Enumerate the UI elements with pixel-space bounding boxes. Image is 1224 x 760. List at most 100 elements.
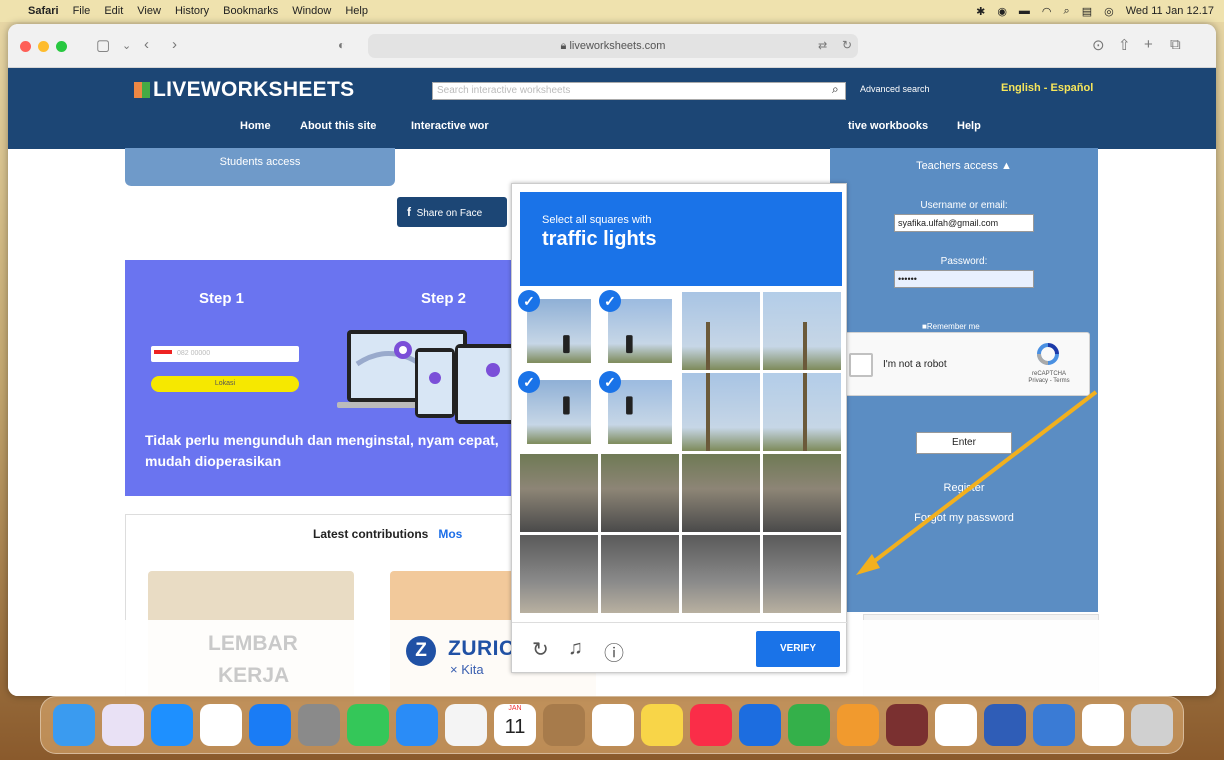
- new-tab-icon[interactable]: +: [1144, 36, 1153, 53]
- system-preferences-icon[interactable]: [298, 704, 340, 746]
- most-popular-tab[interactable]: Mos: [438, 527, 462, 541]
- forgot-password-link[interactable]: Forgot my password: [830, 512, 1098, 524]
- advanced-search-link[interactable]: Advanced search: [860, 84, 930, 94]
- grid-tile[interactable]: [682, 535, 760, 613]
- grid-tile[interactable]: [763, 292, 841, 370]
- grid-tile[interactable]: [682, 373, 760, 451]
- tab-overview-icon[interactable]: ⧉: [1170, 36, 1181, 53]
- messages-icon[interactable]: [347, 704, 389, 746]
- promo-banner[interactable]: Step 1 Step 2 082 00000 Lokasi Tidak per…: [125, 260, 515, 496]
- share-facebook-button[interactable]: f Share on Face: [397, 197, 507, 227]
- students-access-tab[interactable]: Students access: [125, 148, 395, 186]
- language-switch[interactable]: English - Español: [1001, 82, 1093, 94]
- search-icon[interactable]: ⌕: [832, 82, 839, 97]
- grid-tile[interactable]: [763, 454, 841, 532]
- password-field[interactable]: ••••••: [894, 270, 1034, 288]
- grid-tile[interactable]: [763, 535, 841, 613]
- palm-tree-icon: [803, 322, 807, 370]
- menu-window[interactable]: Window: [292, 5, 331, 17]
- nav-interactive-worksheets[interactable]: Interactive wor: [411, 120, 489, 132]
- site-logo[interactable]: LIVEWORKSHEETS: [134, 78, 354, 102]
- grid-tile[interactable]: [520, 535, 598, 613]
- grid-tile[interactable]: [601, 535, 679, 613]
- recaptcha-checkbox[interactable]: [849, 353, 873, 377]
- share-icon[interactable]: ⇧: [1118, 36, 1131, 54]
- privacy-shield-icon[interactable]: ◐: [338, 38, 345, 52]
- close-window-button[interactable]: [20, 41, 31, 52]
- back-icon[interactable]: ‹: [144, 36, 149, 53]
- menu-edit[interactable]: Edit: [104, 5, 123, 17]
- downloads-icon[interactable]: ⊙: [1092, 36, 1105, 54]
- grid-tile[interactable]: [520, 454, 598, 532]
- menu-file[interactable]: File: [73, 5, 91, 17]
- menu-bookmarks[interactable]: Bookmarks: [223, 5, 278, 17]
- pages-icon[interactable]: [837, 704, 879, 746]
- app-store-icon[interactable]: [249, 704, 291, 746]
- menu-view[interactable]: View: [137, 5, 161, 17]
- notes-brown-icon[interactable]: [543, 704, 585, 746]
- finder-icon[interactable]: [53, 704, 95, 746]
- numbers-icon[interactable]: [788, 704, 830, 746]
- grid-tile[interactable]: [682, 454, 760, 532]
- enter-button[interactable]: Enter: [916, 432, 1012, 454]
- forward-icon[interactable]: ›: [172, 36, 177, 53]
- bluetooth-icon[interactable]: ✱: [976, 5, 985, 18]
- nav-interactive-workbooks[interactable]: tive workbooks: [848, 120, 928, 132]
- browser-toolbar: ▢ ⌄ ‹ › ◐ 🔒︎ liveworksheets.com ⇄ ↻ ⊙ ⇧ …: [8, 24, 1216, 68]
- grid-tile[interactable]: [682, 292, 760, 370]
- menu-history[interactable]: History: [175, 5, 209, 17]
- reminders-icon[interactable]: [592, 704, 634, 746]
- battery-icon[interactable]: ▬: [1019, 5, 1030, 17]
- palm-tree-icon: [803, 373, 807, 451]
- chevron-down-icon[interactable]: ⌄: [122, 39, 131, 52]
- verify-button[interactable]: VERIFY: [756, 631, 840, 667]
- zoom-window-button[interactable]: [56, 41, 67, 52]
- control-center-icon[interactable]: ▤: [1082, 5, 1092, 18]
- calendar-day: 11: [504, 716, 526, 738]
- minimize-window-button[interactable]: [38, 41, 49, 52]
- teachers-access-header[interactable]: Teachers access ▲: [830, 160, 1098, 172]
- grid-tile[interactable]: [601, 454, 679, 532]
- nav-help[interactable]: Help: [957, 120, 981, 132]
- siri-icon[interactable]: ◎: [1104, 5, 1114, 18]
- username-field[interactable]: syafika.ulfah@gmail.com: [894, 214, 1034, 232]
- sidebar-toggle-icon[interactable]: ▢: [96, 36, 110, 54]
- register-link[interactable]: Register: [830, 482, 1098, 494]
- keynote-icon[interactable]: [739, 704, 781, 746]
- grid-tile[interactable]: [763, 373, 841, 451]
- chrome-icon[interactable]: [200, 704, 242, 746]
- info-icon[interactable]: ⓘ: [604, 637, 624, 666]
- reload-challenge-icon[interactable]: ↻: [532, 637, 549, 662]
- calendar-icon[interactable]: JAN 11: [494, 704, 536, 746]
- mail-icon[interactable]: [396, 704, 438, 746]
- recaptcha-links[interactable]: Privacy - Terms: [1028, 378, 1069, 384]
- search-input[interactable]: Search interactive worksheets: [432, 82, 846, 100]
- remember-label: Remember me: [926, 322, 980, 331]
- menu-app-name[interactable]: Safari: [28, 5, 59, 17]
- safari-icon[interactable]: [151, 704, 193, 746]
- notes-icon[interactable]: [641, 704, 683, 746]
- trash-icon[interactable]: [1131, 704, 1173, 746]
- photos-icon[interactable]: [445, 704, 487, 746]
- dictionary-icon[interactable]: [886, 704, 928, 746]
- wifi-icon[interactable]: ◠: [1042, 5, 1052, 18]
- translate-icon[interactable]: ⇄: [818, 39, 827, 52]
- step1-label: Step 1: [199, 290, 245, 307]
- menu-help[interactable]: Help: [345, 5, 368, 17]
- preview-icon[interactable]: [1033, 704, 1075, 746]
- audio-challenge-icon[interactable]: ♫: [568, 637, 583, 660]
- remember-me: ■Remember me: [922, 322, 980, 331]
- address-bar[interactable]: 🔒︎ liveworksheets.com: [368, 34, 858, 58]
- notability-icon[interactable]: [935, 704, 977, 746]
- user-icon[interactable]: ◉: [997, 5, 1007, 18]
- mail-draft-icon[interactable]: [1082, 704, 1124, 746]
- menu-clock[interactable]: Wed 11 Jan 12.17: [1126, 5, 1214, 17]
- spotlight-icon[interactable]: ⌕: [1064, 5, 1070, 18]
- nav-about[interactable]: About this site: [300, 120, 376, 132]
- music-icon[interactable]: [690, 704, 732, 746]
- word-icon[interactable]: [984, 704, 1026, 746]
- nav-home[interactable]: Home: [240, 120, 271, 132]
- launchpad-icon[interactable]: [102, 704, 144, 746]
- challenge-instruction: Select all squares with: [542, 214, 652, 226]
- reload-icon[interactable]: ↻: [842, 38, 852, 52]
